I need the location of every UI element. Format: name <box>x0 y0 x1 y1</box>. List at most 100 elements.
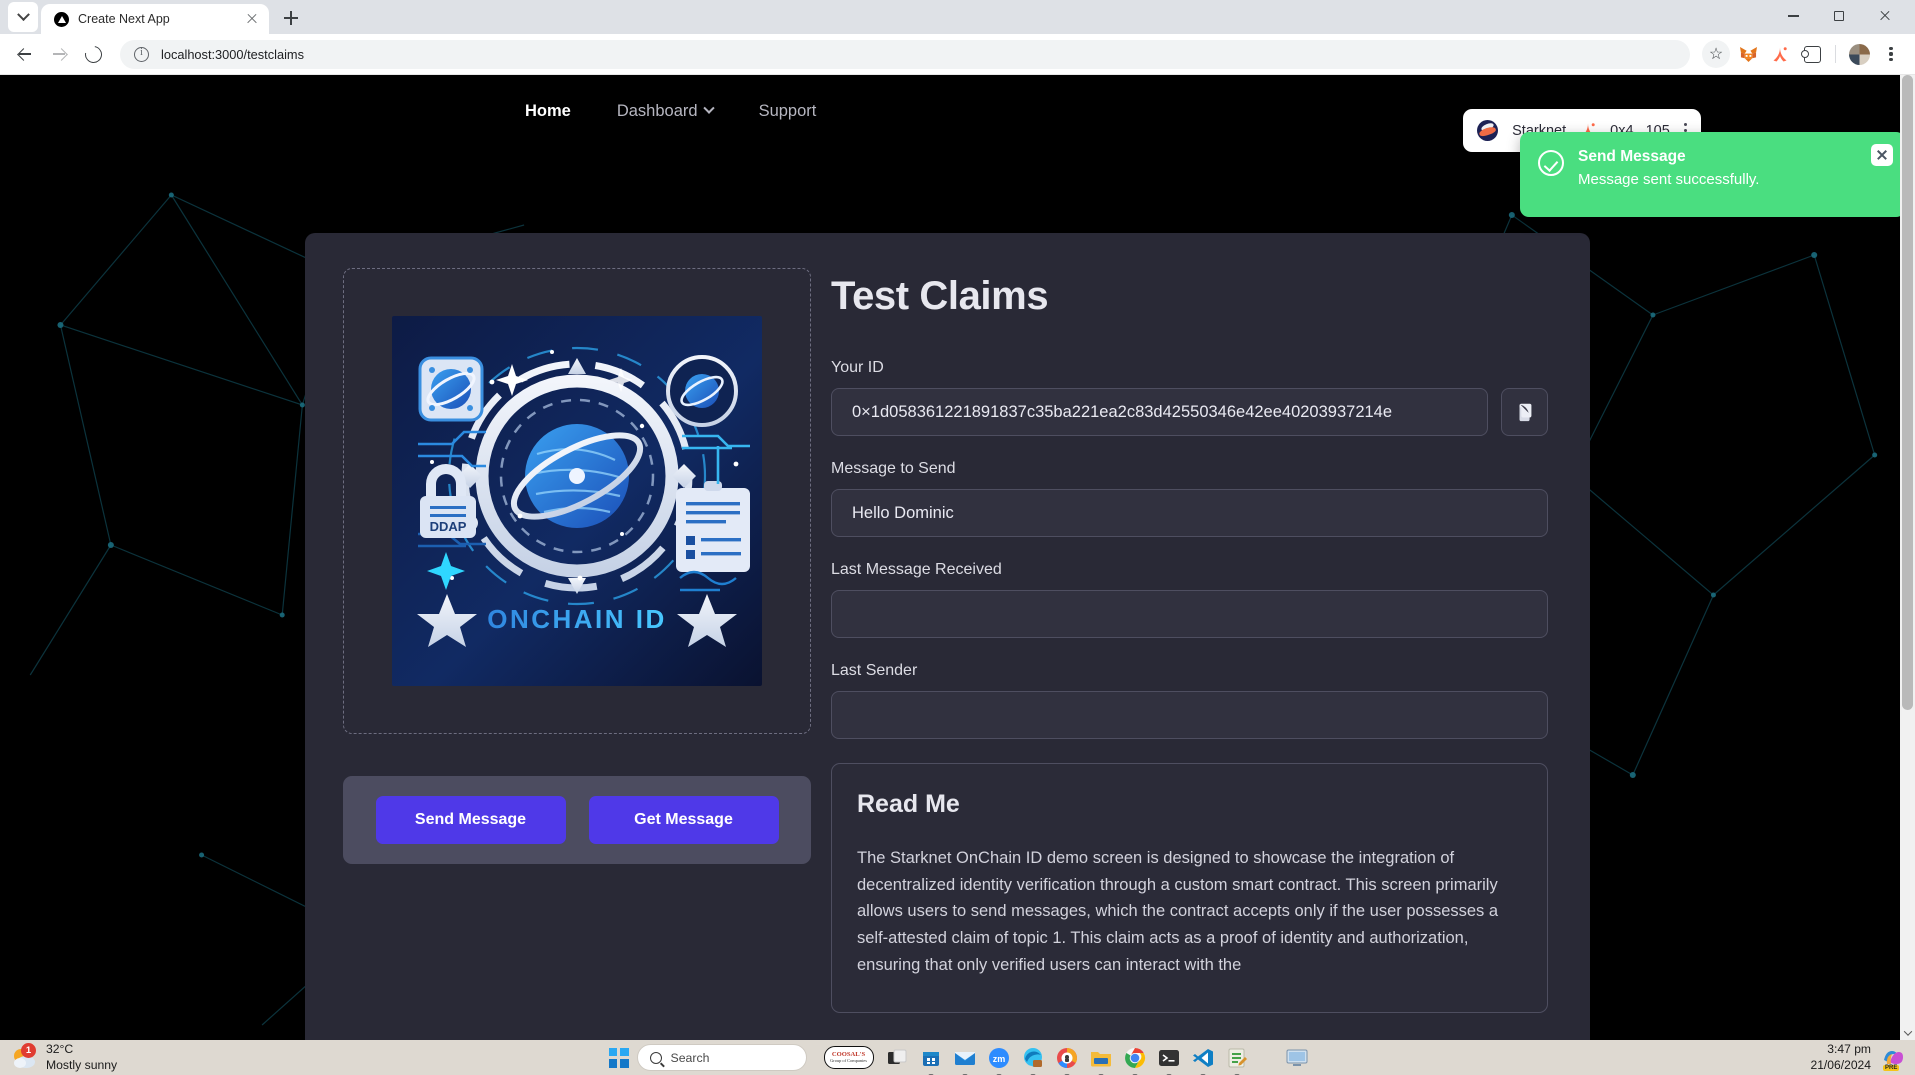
toast-title: Send Message <box>1578 148 1686 165</box>
nav-item-home-label: Home <box>525 101 571 120</box>
search-icon <box>649 1051 662 1064</box>
notification-badge: 1 <box>21 1042 36 1058</box>
last-message-received-input[interactable] <box>831 590 1548 638</box>
send-message-button[interactable]: Send Message <box>375 796 566 844</box>
url-text: localhost:3000/testclaims <box>161 46 304 62</box>
reload-button[interactable] <box>78 39 108 69</box>
page-title: Test Claims <box>831 274 1049 318</box>
field-label-your-id: Your ID <box>831 359 884 376</box>
readme-heading: Read Me <box>857 790 960 818</box>
minimize-button[interactable] <box>1771 2 1815 30</box>
field-label-last-message-received: Last Message Received <box>831 561 1002 578</box>
close-icon[interactable] <box>244 11 260 27</box>
argent-extension-button[interactable] <box>1766 40 1794 68</box>
scrollbar-thumb[interactable] <box>1902 75 1913 710</box>
task-view-icon[interactable] <box>885 1046 909 1070</box>
back-button[interactable] <box>10 39 40 69</box>
left-column: DDAP ONCHAIN ID Send Message Get Message <box>343 268 811 1013</box>
browser-tab[interactable]: Create Next App <box>41 4 269 34</box>
onchain-id-illustration: DDAP ONCHAIN ID <box>392 316 762 686</box>
action-button-panel: Send Message Get Message <box>343 776 811 864</box>
weather-widget[interactable]: 1 32°C Mostly sunny <box>0 1042 117 1073</box>
field-your-id: Your ID 0×1d058361221891837c35ba221ea2c8… <box>831 359 1548 436</box>
nav-item-home[interactable]: Home <box>525 102 571 121</box>
terminal-icon[interactable] <box>1157 1046 1181 1075</box>
start-button[interactable] <box>607 1046 631 1070</box>
readme-card: Read Me The Starknet OnChain ID demo scr… <box>831 763 1548 1013</box>
maximize-button[interactable] <box>1817 2 1861 30</box>
check-circle-icon <box>1538 150 1564 176</box>
readme-body: The Starknet OnChain ID demo screen is d… <box>857 849 1499 974</box>
close-window-button[interactable] <box>1863 2 1907 30</box>
nav-item-support-label: Support <box>758 101 817 120</box>
bookmark-star-button[interactable]: ☆ <box>1702 40 1730 68</box>
new-tab-button[interactable] <box>277 4 305 32</box>
microsoft-store-icon[interactable] <box>919 1046 943 1075</box>
coosals-widget[interactable]: COOSAL'S Group of Companies <box>823 1046 875 1070</box>
clock-date: 21/06/2024 <box>1810 1057 1871 1072</box>
windows-taskbar: 1 32°C Mostly sunny Search COOSAL'S Grou… <box>0 1040 1915 1075</box>
page-scrollbar[interactable] <box>1900 75 1915 1040</box>
field-last-sender: Last Sender <box>831 662 1548 739</box>
arrow-right-icon <box>51 46 67 62</box>
chevron-down-icon <box>16 7 30 21</box>
tab-search-button[interactable] <box>8 2 38 32</box>
extensions-button[interactable] <box>1798 40 1826 68</box>
file-explorer-icon[interactable] <box>1089 1046 1113 1075</box>
taskbar-search[interactable]: Search <box>636 1044 807 1071</box>
last-sender-input[interactable] <box>831 691 1548 739</box>
main-panel: DDAP ONCHAIN ID Send Message Get Message… <box>305 233 1590 1040</box>
field-message-to-send: Message to Send Hello Dominic <box>831 460 1548 537</box>
nextjs-icon <box>54 11 69 27</box>
notepad-icon[interactable] <box>1225 1046 1249 1075</box>
edge-icon[interactable] <box>1021 1046 1045 1075</box>
message-to-send-input[interactable]: Hello Dominic <box>831 489 1548 537</box>
remote-desktop-icon[interactable] <box>1285 1046 1309 1070</box>
nav-item-dashboard[interactable]: Dashboard <box>616 101 715 121</box>
taskbar-clock[interactable]: 3:47 pm 21/06/2024 <box>1810 1042 1871 1073</box>
field-label-message-to-send: Message to Send <box>831 460 956 477</box>
windows-logo-icon <box>608 1047 629 1068</box>
tab-title: Create Next App <box>78 12 170 26</box>
svg-text:zm: zm <box>992 1054 1005 1064</box>
weather-condition: Mostly sunny <box>46 1057 118 1072</box>
scroll-down-arrow[interactable] <box>1900 1025 1915 1040</box>
image-card: DDAP ONCHAIN ID <box>343 268 811 734</box>
arrow-left-icon <box>17 46 33 62</box>
address-bar[interactable]: localhost:3000/testclaims <box>120 39 1690 69</box>
site-info-icon[interactable] <box>134 46 149 62</box>
chrome-menu-button[interactable] <box>1877 40 1905 68</box>
bookmark-star-icon: ☆ <box>1708 46 1724 63</box>
toast-close-button[interactable] <box>1871 144 1893 166</box>
nav-item-support[interactable]: Support <box>759 102 817 121</box>
taskbar-apps: COOSAL'S Group of Companies zm <box>823 1046 1309 1075</box>
forward-button[interactable] <box>44 39 74 69</box>
mail-icon[interactable] <box>953 1046 977 1075</box>
copilot-icon[interactable]: PRE <box>1881 1046 1905 1071</box>
page-viewport: Home Dashboard Support Starknet 0x4...10… <box>0 75 1915 1040</box>
get-message-button[interactable]: Get Message <box>588 796 779 844</box>
copilot-badge: PRE <box>1883 1064 1900 1071</box>
metamask-icon <box>1739 46 1757 62</box>
tab-strip: Create Next App <box>0 0 1915 34</box>
taskbar-center: Search COOSAL'S Group of Companies zm <box>607 1044 1309 1075</box>
password-manager-icon[interactable] <box>1055 1046 1079 1075</box>
your-id-input[interactable]: 0×1d058361221891837c35ba221ea2c83d425503… <box>831 388 1488 436</box>
browser-toolbar: localhost:3000/testclaims ☆ <box>0 34 1915 75</box>
copy-id-button[interactable] <box>1501 388 1548 436</box>
argent-wallet-icon <box>1773 46 1787 61</box>
nav-item-dashboard-label: Dashboard <box>616 101 698 120</box>
chrome-icon[interactable] <box>1123 1046 1147 1075</box>
onchain-id-caption: ONCHAIN ID <box>487 604 667 634</box>
profile-button[interactable] <box>1845 40 1873 68</box>
zoom-icon[interactable]: zm <box>987 1046 1011 1075</box>
weather-icon: 1 <box>12 1042 38 1070</box>
toast-notification: Send Message Message sent successfully. <box>1520 132 1905 217</box>
field-label-last-sender: Last Sender <box>831 662 918 679</box>
nav-links: Home Dashboard Support <box>525 102 816 121</box>
toast-message: Message sent successfully. <box>1578 171 1760 188</box>
metamask-extension-button[interactable] <box>1734 40 1762 68</box>
reload-icon <box>81 42 105 66</box>
clock-time: 3:47 pm <box>1827 1042 1871 1057</box>
vscode-icon[interactable] <box>1191 1046 1215 1075</box>
